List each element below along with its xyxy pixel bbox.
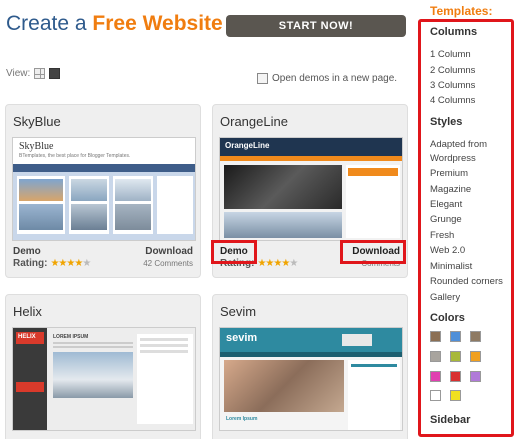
styles-heading: Styles	[430, 116, 463, 128]
template-card-helix: Helix HELIX LOREM IPSUM	[5, 294, 201, 439]
filter-4-columns[interactable]: 4 Columns	[430, 95, 475, 106]
grid-view-icon[interactable]	[34, 68, 46, 79]
filter-style-magazine[interactable]: Magazine	[430, 184, 471, 195]
filter-style-grunge[interactable]: Grunge	[430, 214, 462, 225]
rating: Rating: ★★★★★	[13, 258, 91, 269]
filter-style-premium[interactable]: Premium	[430, 168, 468, 179]
start-now-button[interactable]: START NOW!	[226, 15, 406, 37]
demo-highlight-box	[211, 240, 257, 264]
filter-style-web20[interactable]: Web 2.0	[430, 245, 465, 256]
rating-stars: ★★★★★	[50, 258, 91, 269]
list-view-icon[interactable]	[49, 68, 61, 79]
color-swatch[interactable]	[470, 331, 481, 342]
card-title[interactable]: SkyBlue	[13, 114, 61, 129]
thumb-title: sevim	[226, 332, 258, 344]
rating-label: Rating:	[13, 258, 48, 269]
banner-title-accent: Free Website	[92, 12, 223, 35]
filter-style-elegant[interactable]: Elegant	[430, 199, 462, 210]
thumb-title: SkyBlue	[19, 141, 54, 152]
thumb-subtitle: BTemplates, the best place for Blogger T…	[19, 153, 131, 159]
filter-style-adapted[interactable]: Adapted from	[430, 139, 487, 150]
color-swatch[interactable]	[450, 351, 461, 362]
color-swatch[interactable]	[430, 390, 441, 401]
open-demos-checkbox[interactable]	[257, 73, 268, 84]
color-swatch[interactable]	[470, 371, 481, 382]
filter-style-rounded-corners[interactable]: Rounded corners	[430, 276, 503, 287]
card-title[interactable]: Helix	[13, 304, 42, 319]
download-link[interactable]: Download	[145, 246, 193, 257]
rating-stars: ★★★★★	[257, 258, 298, 269]
color-swatch[interactable]	[450, 331, 461, 342]
template-thumbnail[interactable]: HELIX LOREM IPSUM	[12, 327, 196, 431]
color-swatch[interactable]	[450, 371, 461, 382]
filter-3-columns[interactable]: 3 Columns	[430, 80, 475, 91]
filter-style-wordpress[interactable]: Wordpress	[430, 153, 476, 164]
open-demos-option: Open demos in a new page.	[257, 73, 397, 84]
open-demos-label: Open demos in a new page.	[272, 73, 398, 84]
comments-count[interactable]: 42 Comments	[143, 259, 193, 268]
columns-heading: Columns	[430, 26, 478, 38]
banner-title-plain: Create a	[6, 12, 87, 35]
template-thumbnail[interactable]: SkyBlue BTemplates, the best place for B…	[12, 137, 196, 241]
thumb-title: OrangeLine	[225, 141, 270, 150]
template-filter-panel: Columns 1 Column 2 Columns 3 Columns 4 C…	[418, 19, 514, 437]
view-label: View:	[6, 68, 31, 79]
thumb-post-title: Lorem Ipsum	[226, 416, 258, 422]
download-highlight-box	[340, 240, 406, 264]
card-title[interactable]: OrangeLine	[220, 114, 288, 129]
colors-heading: Colors	[430, 312, 465, 324]
template-card-skyblue: SkyBlue SkyBlue BTemplates, the best pla…	[5, 104, 201, 278]
template-card-sevim: Sevim sevim Lorem Ipsum	[212, 294, 408, 439]
banner-title: Create a Free Website	[6, 12, 223, 36]
templates-heading: Templates:	[430, 4, 493, 18]
template-thumbnail[interactable]: sevim Lorem Ipsum	[219, 327, 403, 431]
template-thumbnail[interactable]: OrangeLine	[219, 137, 403, 241]
color-swatch[interactable]	[450, 390, 461, 401]
filter-style-minimalist[interactable]: Minimalist	[430, 261, 472, 272]
color-swatch[interactable]	[430, 371, 441, 382]
thumb-post-title: LOREM IPSUM	[53, 334, 89, 340]
filter-2-columns[interactable]: 2 Columns	[430, 65, 475, 76]
demo-link[interactable]: Demo	[13, 246, 41, 257]
card-title[interactable]: Sevim	[220, 304, 256, 319]
thumb-title: HELIX	[18, 334, 36, 340]
filter-1-column[interactable]: 1 Column	[430, 49, 471, 60]
filter-style-gallery[interactable]: Gallery	[430, 292, 460, 303]
color-swatch[interactable]	[430, 331, 441, 342]
view-toggle: View:	[6, 68, 61, 79]
color-swatch[interactable]	[470, 351, 481, 362]
color-swatch[interactable]	[430, 351, 441, 362]
sidebar-heading: Sidebar	[430, 414, 471, 426]
filter-style-fresh[interactable]: Fresh	[430, 230, 454, 241]
